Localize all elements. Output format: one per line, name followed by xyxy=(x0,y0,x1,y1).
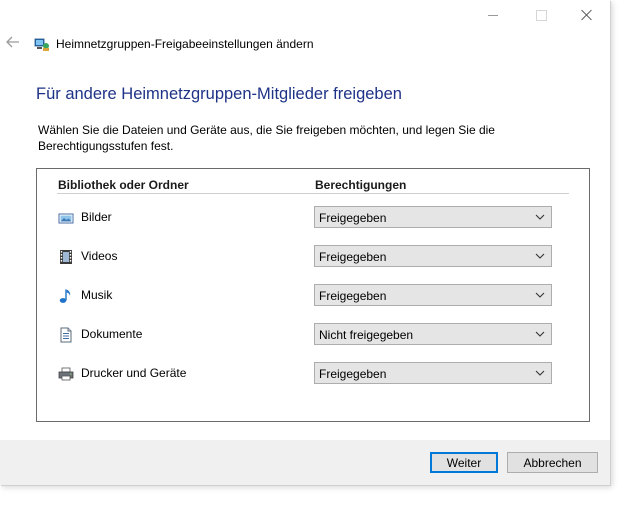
table-row: Musik Freigegeben xyxy=(37,284,589,308)
row-label-dokumente: Dokumente xyxy=(81,327,143,341)
documents-icon xyxy=(58,327,74,343)
sharing-table: Bibliothek oder Ordner Berechtigungen Bi… xyxy=(36,168,590,422)
next-button[interactable]: Weiter xyxy=(430,452,498,473)
minimize-icon xyxy=(488,14,498,16)
row-label-musik: Musik xyxy=(81,288,113,302)
table-row: Drucker und Geräte Freigegeben xyxy=(37,362,589,386)
chevron-down-icon xyxy=(535,214,545,220)
select-value: Freigegeben xyxy=(319,367,387,381)
close-button[interactable] xyxy=(564,0,610,30)
select-value: Freigegeben xyxy=(319,250,387,264)
homegroup-icon xyxy=(34,36,50,52)
select-value: Freigegeben xyxy=(319,289,387,303)
row-label-bilder: Bilder xyxy=(81,210,112,224)
row-label-drucker: Drucker und Geräte xyxy=(81,366,187,380)
back-arrow-icon[interactable] xyxy=(4,36,22,52)
chevron-down-icon xyxy=(535,331,545,337)
permission-select-musik[interactable]: Freigegeben xyxy=(314,284,552,306)
maximize-button[interactable] xyxy=(518,0,564,30)
permission-select-bilder[interactable]: Freigegeben xyxy=(314,206,552,228)
close-icon xyxy=(581,9,593,21)
music-icon xyxy=(58,288,74,304)
column-header-library: Bibliothek oder Ordner xyxy=(58,178,189,192)
videos-icon xyxy=(58,249,74,265)
row-label-videos: Videos xyxy=(81,249,118,263)
page-description: Wählen Sie die Dateien und Geräte aus, d… xyxy=(38,123,495,153)
maximize-icon xyxy=(535,9,547,21)
select-value: Nicht freigegeben xyxy=(319,328,414,342)
minimize-button[interactable] xyxy=(470,0,516,30)
column-header-permissions: Berechtigungen xyxy=(315,178,407,192)
select-value: Freigegeben xyxy=(319,211,387,225)
pictures-icon xyxy=(58,210,74,226)
permission-select-dokumente[interactable]: Nicht freigegeben xyxy=(314,323,552,345)
window-title: Heimnetzgruppen-Freigabeeinstellungen än… xyxy=(56,37,314,51)
permission-select-videos[interactable]: Freigegeben xyxy=(314,245,552,267)
chevron-down-icon xyxy=(535,370,545,376)
table-row: Videos Freigegeben xyxy=(37,245,589,269)
table-row: Bilder Freigegeben xyxy=(37,206,589,230)
page-heading: Für andere Heimnetzgruppen-Mitglieder fr… xyxy=(36,85,402,103)
permission-select-drucker[interactable]: Freigegeben xyxy=(314,362,552,384)
chevron-down-icon xyxy=(535,253,545,259)
cancel-button[interactable]: Abbrechen xyxy=(507,452,598,473)
dialog-window: Heimnetzgruppen-Freigabeeinstellungen än… xyxy=(0,0,610,485)
header-divider xyxy=(57,193,569,194)
chevron-down-icon xyxy=(535,292,545,298)
table-row: Dokumente Nicht freigegeben xyxy=(37,323,589,347)
printer-icon xyxy=(58,366,74,382)
